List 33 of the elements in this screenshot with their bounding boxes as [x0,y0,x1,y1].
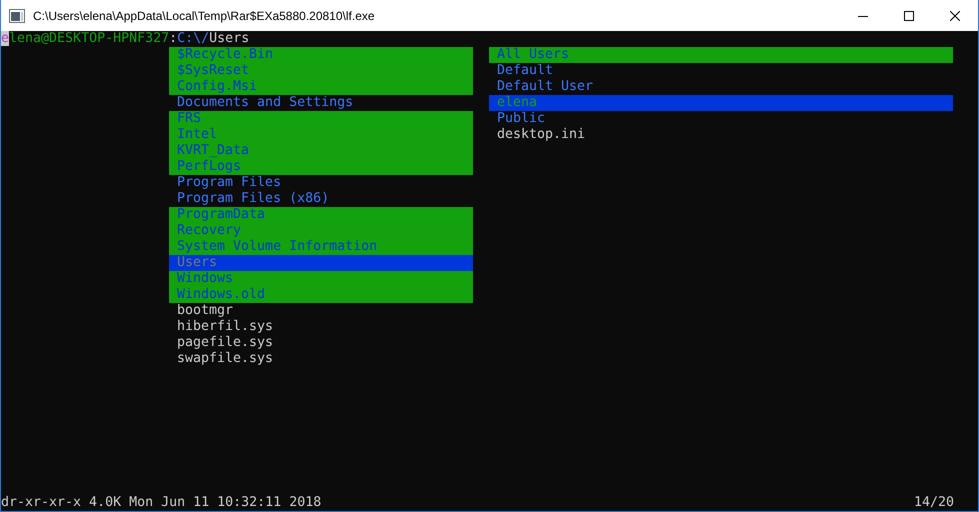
file-entry[interactable]: Users [169,255,473,271]
file-entry[interactable]: Program Files [169,175,473,191]
file-entry[interactable]: bootmgr [169,303,473,319]
file-entry[interactable]: PerfLogs [169,159,473,175]
file-entry[interactable]: All Users [489,47,953,63]
file-entry[interactable]: desktop.ini [489,127,953,143]
file-entry[interactable]: hiberfil.sys [169,319,473,335]
prompt-line: elena@DESKTOP-HPNF327:C:\/Users [1,31,250,47]
file-entry[interactable]: $Recycle.Bin [169,47,473,63]
position-counter: 14/20 [914,495,954,511]
file-entry[interactable]: Default [489,63,953,79]
file-entry[interactable]: swapfile.sys [169,351,473,367]
file-entry[interactable]: Config.Msi [169,79,473,95]
file-entry[interactable]: KVRT_Data [169,143,473,159]
close-icon [950,10,960,20]
file-entry[interactable]: FRS [169,111,473,127]
file-info: dr-xr-xr-x 4.0K Mon Jun 11 10:32:11 2018 [1,495,322,511]
file-entry[interactable]: Public [489,111,953,127]
file-entry[interactable]: Windows.old [169,287,473,303]
file-entry[interactable]: elena [489,95,953,111]
file-entry[interactable]: Windows [169,271,473,287]
file-entry[interactable]: Program Files (x86) [169,191,473,207]
maximize-icon [904,10,914,20]
console-icon [9,8,25,22]
file-entry[interactable]: ProgramData [169,207,473,223]
file-entry[interactable]: Documents and Settings [169,95,473,111]
file-entry[interactable]: Default User [489,79,953,95]
file-entry[interactable]: Recovery [169,223,473,239]
file-entry[interactable]: pagefile.sys [169,335,473,351]
file-entry[interactable]: Intel [169,127,473,143]
file-entry[interactable]: $SysReset [169,63,473,79]
file-entry[interactable]: System Volume Information [169,239,473,255]
window-title: C:\Users\elena\AppData\Local\Temp\Rar$EXa5880.20810\lf.exe [33,8,375,22]
